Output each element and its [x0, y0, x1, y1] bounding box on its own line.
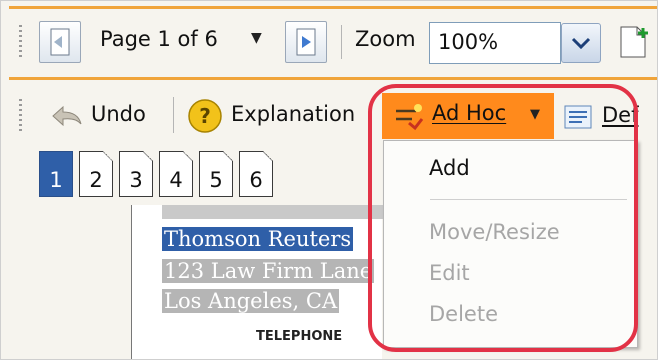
previous-page-icon: [50, 28, 70, 56]
telephone-label: TELEPHONE: [256, 329, 343, 344]
page-thumbnail[interactable]: 4: [159, 151, 193, 197]
page-thumbnail[interactable]: 5: [199, 151, 233, 197]
page-indicator: Page 1 of 6: [100, 27, 218, 51]
document-text-line[interactable]: 123 Law Firm Lane: [162, 259, 375, 283]
menu-item-delete[interactable]: Delete: [429, 302, 498, 326]
help-icon: ?: [188, 99, 222, 133]
document-preview[interactable]: Thomson Reuters 123 Law Firm Lane Los An…: [131, 205, 392, 359]
zoom-label: Zoom: [355, 27, 416, 51]
toolbar-grip[interactable]: [19, 25, 22, 59]
page-thumbnail[interactable]: 1: [39, 151, 73, 197]
adhoc-dropdown-menu: Add Move/Resize Edit Delete: [383, 140, 638, 348]
definitions-label: Def: [602, 103, 639, 127]
menu-item-edit[interactable]: Edit: [429, 261, 470, 285]
page-thumbnail[interactable]: 6: [239, 151, 273, 197]
document-text-line[interactable]: Los Angeles, CA: [162, 289, 340, 313]
new-document-button[interactable]: [615, 23, 655, 61]
obscured-text-line: [162, 205, 392, 219]
previous-page-button[interactable]: [39, 21, 81, 63]
page-thumbnail[interactable]: 2: [79, 151, 113, 197]
zoom-value: 100%: [438, 30, 499, 54]
page-number: 4: [169, 168, 183, 192]
page-number: 2: [89, 168, 103, 192]
svg-text:?: ?: [199, 104, 211, 128]
toolbar-separator: [173, 97, 174, 133]
page-number: 1: [49, 168, 63, 192]
page-number: 3: [129, 168, 143, 192]
explanation-button[interactable]: ? Explanation: [185, 96, 375, 136]
zoom-input[interactable]: 100%: [429, 22, 561, 64]
adhoc-dropdown-chevron-icon: ▼: [530, 107, 540, 122]
undo-label: Undo: [91, 102, 146, 126]
page-number: 5: [209, 168, 223, 192]
menu-separator: [430, 199, 627, 200]
definitions-button[interactable]: Def: [562, 97, 657, 137]
toolbar-separator: [341, 25, 342, 59]
new-document-icon: [620, 26, 648, 58]
menu-item-add[interactable]: Add: [429, 156, 470, 180]
menu-item-move-resize[interactable]: Move/Resize: [429, 220, 560, 244]
undo-button[interactable]: Undo: [47, 98, 147, 134]
definitions-icon: [564, 105, 592, 129]
explanation-label: Explanation: [231, 102, 356, 126]
page-thumbnail[interactable]: 3: [119, 151, 153, 197]
next-page-icon: [296, 28, 316, 56]
adhoc-tool-icon: [396, 104, 424, 131]
zoom-dropdown-button[interactable]: [561, 23, 601, 63]
page-number: 6: [249, 168, 263, 192]
adhoc-button[interactable]: Ad Hoc ▼: [382, 93, 554, 139]
undo-icon: [52, 105, 82, 127]
app-window: Page 1 of 6 ▼ Zoom 100% Undo ? Explanati…: [0, 0, 658, 360]
next-page-button[interactable]: [285, 21, 327, 63]
chevron-down-icon: [571, 37, 591, 50]
selected-text-line[interactable]: Thomson Reuters: [162, 227, 354, 251]
page-dropdown-chevron-icon[interactable]: ▼: [251, 30, 262, 46]
toolbar-grip[interactable]: [19, 99, 22, 131]
adhoc-label: Ad Hoc: [432, 101, 507, 125]
top-accent-line: [9, 6, 657, 9]
page-thumbnail-strip: 1 2 3 4 5 6: [39, 151, 273, 197]
toolbar-divider-line: [9, 77, 657, 80]
